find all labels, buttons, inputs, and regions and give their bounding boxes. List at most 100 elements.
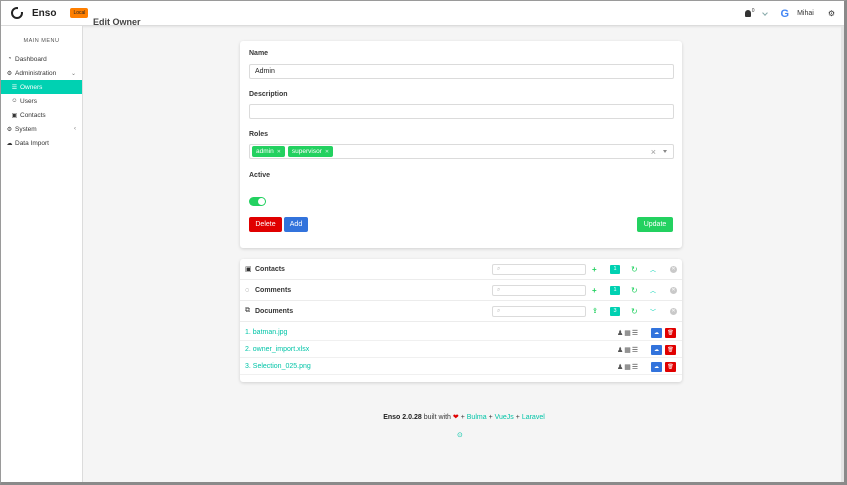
add-comment-button[interactable]: + [592, 286, 597, 295]
user-name[interactable]: Mihai [797, 10, 814, 17]
vuejs-link[interactable]: VueJs [495, 414, 514, 421]
chevron-up-icon[interactable]: ︿ [650, 265, 656, 274]
download-button[interactable]: ☁ [651, 344, 662, 355]
sidebar-item-dashboard[interactable]: ◔ Dashboard [1, 52, 82, 66]
scrollbar[interactable] [841, 26, 844, 482]
footer-built-with: built with [423, 414, 451, 421]
sidebar-item-label: Dashboard [15, 55, 47, 63]
comments-search-input[interactable]: ⌕ [492, 284, 586, 296]
remove-tag-icon[interactable]: ✕ [277, 149, 281, 155]
update-button[interactable]: Update [637, 217, 673, 232]
name-input[interactable]: Admin [249, 64, 674, 79]
panel-title: Documents [255, 307, 294, 315]
chevron-down-icon[interactable] [761, 9, 768, 16]
comments-icon: ◌ [245, 286, 250, 294]
footer-plus: + [488, 414, 493, 421]
refresh-icon[interactable]: ↻ [631, 265, 638, 274]
caret-down-icon[interactable] [663, 150, 667, 153]
roles-multiselect[interactable]: admin ✕ supervisor ✕ × [249, 144, 674, 159]
environment-badge: Local [70, 8, 89, 18]
settings-cogs-icon[interactable]: ⚙ [828, 9, 835, 18]
chevron-up-icon[interactable]: ︿ [650, 286, 656, 295]
tachometer-icon: ◔ [7, 56, 12, 62]
download-button[interactable]: ☁ [651, 361, 662, 372]
documents-panel-header[interactable]: ⧉ Documents ⌕ ⇪ 3 ↻ ﹀ ✕ [240, 301, 682, 322]
contacts-panel-header[interactable]: ▣ Contacts ⌕ + 1 ↻ ︿ ✕ [240, 259, 682, 280]
sidebar-item-label: Owners [20, 83, 43, 91]
sidebar-item-data-import[interactable]: ☁ Data Import [1, 136, 82, 150]
name-label: Name [249, 50, 269, 57]
panel-title: Contacts [255, 265, 285, 273]
sidebar-item-label: Users [20, 97, 37, 105]
accessories-card: ▣ Contacts ⌕ + 1 ↻ ︿ ✕ ◌ Comments ⌕ + 1 … [240, 259, 682, 382]
document-row: 1. batman.jpg ♟▦☰ ☁ 🗑 [240, 325, 682, 341]
google-avatar-icon[interactable]: G [781, 8, 790, 20]
brand-name[interactable]: Enso [32, 8, 56, 19]
heart-icon: ❤ [452, 414, 459, 421]
users-icon: ☺ [11, 98, 18, 104]
upload-icon[interactable]: ⇪ [592, 307, 598, 315]
bulma-link[interactable]: Bulma [467, 414, 487, 421]
sidebar-item-label: Contacts [20, 111, 46, 119]
search-icon: ⌕ [497, 307, 501, 314]
download-button[interactable]: ☁ [651, 327, 662, 338]
sidebar-item-system[interactable]: ⚙ System ‹ [1, 122, 82, 136]
document-row: 2. owner_import.xlsx ♟▦☰ ☁ 🗑 [240, 342, 682, 358]
search-icon: ⌕ [497, 286, 501, 293]
close-icon[interactable]: ✕ [670, 265, 677, 273]
footer-plus: + [515, 414, 520, 421]
notifications-button[interactable]: 0 [744, 7, 755, 17]
description-input[interactable] [249, 104, 674, 119]
search-icon: ⌕ [497, 265, 501, 272]
comments-count-badge: 1 [610, 285, 620, 295]
delete-button[interactable]: Delete [249, 217, 282, 232]
close-icon[interactable]: ✕ [670, 286, 677, 294]
sidebar-item-label: System [15, 125, 37, 133]
delete-document-button[interactable]: 🗑 [665, 361, 676, 372]
add-button[interactable]: Add [284, 217, 308, 232]
documents-search-input[interactable]: ⌕ [492, 305, 586, 317]
main-menu-label: MAIN MENU [23, 38, 60, 44]
enso-logo-icon[interactable] [11, 6, 24, 19]
refresh-icon[interactable]: ↻ [631, 286, 638, 295]
sidebar-item-contacts[interactable]: ▣ Contacts [1, 108, 82, 122]
navbar-right: 0 G Mihai ⚙ [744, 1, 835, 26]
role-tag-label: supervisor [291, 148, 322, 155]
delete-document-button[interactable]: 🗑 [665, 327, 676, 338]
close-icon[interactable]: ✕ [670, 307, 677, 315]
panel-title: Comments [255, 286, 292, 294]
cloud-upload-icon: ☁ [6, 140, 13, 147]
refresh-icon[interactable]: ↻ [631, 307, 638, 316]
comments-panel-header[interactable]: ◌ Comments ⌕ + 1 ↻ ︿ ✕ [240, 280, 682, 301]
document-link[interactable]: 3. Selection_025.png [245, 363, 311, 370]
roles-label: Roles [249, 131, 269, 138]
github-icon[interactable]: ⊙ [457, 431, 463, 439]
remove-tag-icon[interactable]: ✕ [325, 149, 329, 155]
delete-document-button[interactable]: 🗑 [665, 344, 676, 355]
active-toggle[interactable] [249, 197, 266, 206]
sidebar-item-label: Data Import [15, 139, 49, 147]
footer: Enso 2.0.28 built with ❤ + Bulma + VueJs… [83, 413, 844, 421]
contacts-search-input[interactable]: ⌕ [492, 263, 586, 275]
bell-icon [744, 10, 751, 17]
laravel-link[interactable]: Laravel [522, 414, 545, 421]
app-window: Enso Local 0 G Mihai ⚙ MAIN MENU ◔ Dashb… [0, 0, 847, 485]
description-label: Description [249, 91, 288, 98]
page-title: Edit Owner [93, 17, 141, 27]
sidebar-item-users[interactable]: ☺ Users [1, 94, 82, 108]
notification-count: 0 [751, 7, 755, 14]
clear-selection-icon[interactable]: × [651, 147, 656, 157]
add-contact-button[interactable]: + [592, 265, 597, 274]
sidebar: MAIN MENU ◔ Dashboard ⚙ Administration ⌄… [1, 26, 83, 482]
document-link[interactable]: 1. batman.jpg [245, 329, 287, 336]
list-icon: ☰ [11, 84, 18, 91]
document-link[interactable]: 2. owner_import.xlsx [245, 346, 309, 353]
document-info-icons: ♟▦☰ [617, 329, 640, 337]
chevron-down-icon[interactable]: ﹀ [650, 307, 656, 316]
sidebar-item-owners[interactable]: ☰ Owners [1, 80, 82, 94]
sidebar-item-administration[interactable]: ⚙ Administration ⌄ [1, 66, 82, 80]
footer-plus: + [460, 414, 465, 421]
document-info-icons: ♟▦☰ [617, 346, 640, 354]
owner-form-card: Name Admin Description Roles admin ✕ sup… [240, 41, 682, 248]
address-card-icon: ▣ [11, 112, 18, 119]
